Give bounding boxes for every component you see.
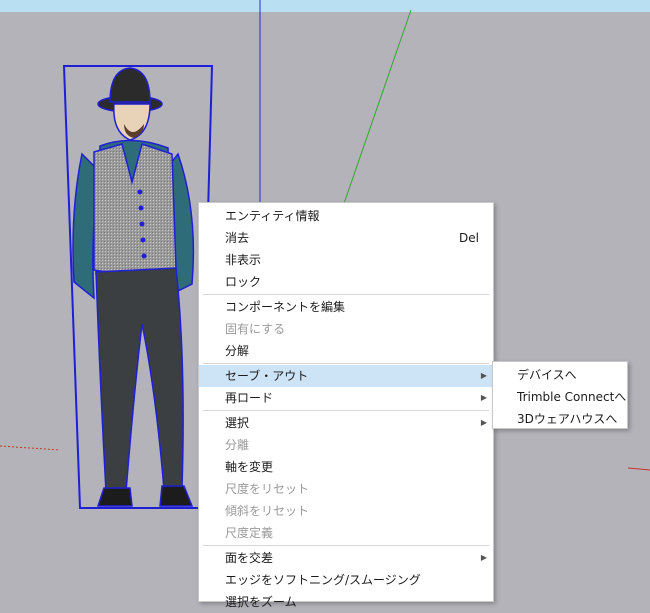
menu-item-label: 分離 <box>225 438 250 452</box>
menu-item-label: 軸を変更 <box>225 460 274 474</box>
menu-item-label: 分解 <box>225 344 250 358</box>
context-menu: エンティティ情報 消去 Del 非表示 ロック コンポーネントを編集 固有にする … <box>198 202 494 609</box>
menu-item-label: 尺度定義 <box>225 526 274 540</box>
menu-item-label: 選択をズーム <box>225 595 297 609</box>
left-shoe <box>96 487 133 507</box>
menu-item-lock[interactable]: ロック <box>199 271 493 293</box>
menu-item-label: エッジをソフトニング/スムージング <box>225 573 421 587</box>
submenu-item-to-trimble-connect[interactable]: Trimble Connectへ <box>493 386 627 408</box>
menu-item-zoom-selection[interactable]: 選択をズーム <box>199 591 493 613</box>
submenu-arrow-icon: ▶ <box>480 418 487 427</box>
menu-item-unglue[interactable]: 分離 <box>199 434 493 456</box>
menu-item-scale-definition[interactable]: 尺度定義 <box>199 522 493 544</box>
submenu-item-to-device[interactable]: デバイスへ <box>493 364 627 386</box>
menu-item-reload[interactable]: 再ロード ▶ <box>199 387 493 409</box>
menu-separator <box>203 545 489 546</box>
submenu-arrow-icon: ▶ <box>480 393 487 402</box>
menu-item-label: 非表示 <box>225 253 262 267</box>
hat-crown <box>109 67 151 103</box>
menu-item-explode[interactable]: 分解 <box>199 340 493 362</box>
menu-item-save-out[interactable]: セーブ・アウト ▶ <box>199 365 493 387</box>
menu-item-label: 選択 <box>225 416 250 430</box>
submenu-item-label: Trimble Connectへ <box>517 390 627 404</box>
green-axis <box>339 9 412 216</box>
menu-item-label: 面を交差 <box>225 551 274 565</box>
save-out-submenu: デバイスへ Trimble Connectへ 3Dウェアハウスへ <box>492 361 628 429</box>
menu-item-label: 固有にする <box>225 322 286 336</box>
menu-separator <box>203 363 489 364</box>
submenu-item-to-3d-warehouse[interactable]: 3Dウェアハウスへ <box>493 408 627 430</box>
menu-item-reset-skew[interactable]: 傾斜をリセット <box>199 500 493 522</box>
menu-item-select[interactable]: 選択 ▶ <box>199 412 493 434</box>
menu-separator <box>203 294 489 295</box>
submenu-item-label: 3Dウェアハウスへ <box>517 412 618 426</box>
submenu-item-label: デバイスへ <box>517 368 577 382</box>
submenu-arrow-icon: ▶ <box>480 371 487 380</box>
right-shoe <box>159 485 194 507</box>
menu-item-reset-scale[interactable]: 尺度をリセット <box>199 478 493 500</box>
red-axis <box>0 445 61 451</box>
menu-item-label: セーブ・アウト <box>225 369 309 383</box>
red-axis-right <box>627 467 650 471</box>
shortcut-label: Del <box>459 231 479 245</box>
menu-separator <box>203 410 489 411</box>
menu-item-erase[interactable]: 消去 Del <box>199 227 493 249</box>
menu-item-entity-info[interactable]: エンティティ情報 <box>199 205 493 227</box>
menu-item-label: エンティティ情報 <box>225 209 320 223</box>
submenu-arrow-icon: ▶ <box>480 553 487 562</box>
menu-item-label: 尺度をリセット <box>225 482 310 496</box>
menu-item-label: ロック <box>225 275 262 289</box>
trousers <box>95 267 184 493</box>
menu-item-label: 消去 <box>225 231 250 245</box>
menu-item-soften-smooth-edges[interactable]: エッジをソフトニング/スムージング <box>199 569 493 591</box>
menu-item-make-unique[interactable]: 固有にする <box>199 318 493 340</box>
person-component[interactable] <box>60 62 220 512</box>
menu-item-hide[interactable]: 非表示 <box>199 249 493 271</box>
menu-item-edit-component[interactable]: コンポーネントを編集 <box>199 296 493 318</box>
menu-item-label: コンポーネントを編集 <box>225 300 346 314</box>
menu-item-intersect-faces[interactable]: 面を交差 ▶ <box>199 547 493 569</box>
menu-item-label: 傾斜をリセット <box>225 504 310 518</box>
menu-item-change-axes[interactable]: 軸を変更 <box>199 456 493 478</box>
menu-item-label: 再ロード <box>225 391 274 405</box>
